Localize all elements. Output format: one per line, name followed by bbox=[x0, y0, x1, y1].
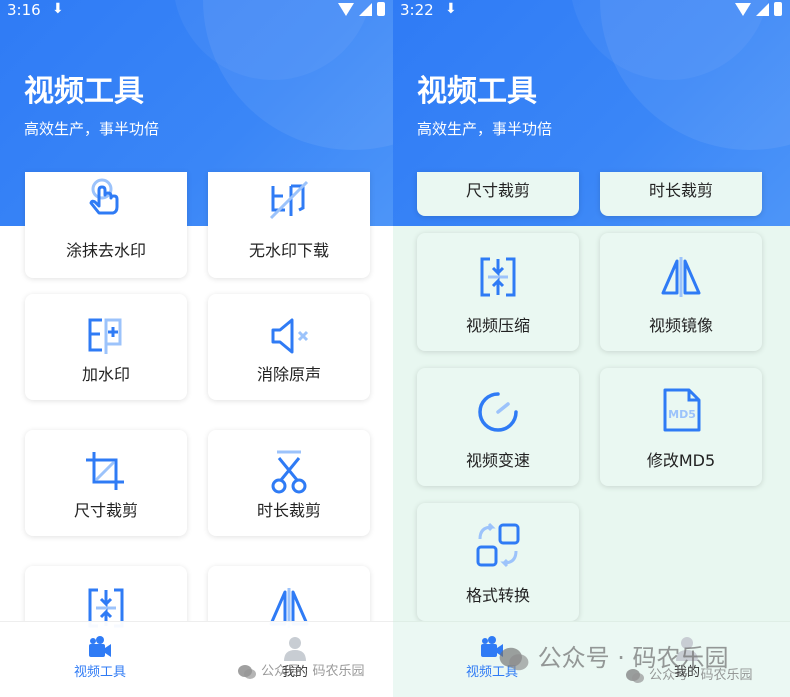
md5-file-icon: MD5 bbox=[657, 386, 705, 434]
tool-label: 加水印 bbox=[81, 365, 130, 384]
tool-label: 消除原声 bbox=[256, 365, 321, 384]
watermark-text: 公众号 · 码农乐园 bbox=[261, 664, 365, 679]
speed-icon bbox=[474, 388, 522, 436]
tool-card-video-mirror[interactable]: 视频镜像 bbox=[600, 233, 762, 351]
tool-card-duration-crop[interactable]: 时长裁剪 bbox=[208, 430, 370, 536]
watermark: 公众号 · 码农乐园 bbox=[237, 660, 365, 680]
tool-card-video-compress[interactable]: 视频压缩 bbox=[417, 233, 579, 351]
tool-label: 涂抹去水印 bbox=[65, 241, 146, 260]
right-screen: 3:22 ⬇ 视频工具 高效生产，事半功倍 尺寸裁剪 时长裁剪 视频压缩 视频镜… bbox=[393, 0, 790, 697]
tool-label: 时长裁剪 bbox=[648, 181, 713, 200]
tool-card-add-watermark[interactable]: 加水印 bbox=[25, 294, 187, 400]
tool-label: 修改MD5 bbox=[646, 451, 716, 470]
tool-card-remove-audio[interactable]: 消除原声 bbox=[208, 294, 370, 400]
tool-card-modify-md5[interactable]: MD5 修改MD5 bbox=[600, 368, 762, 486]
tool-card-size-crop[interactable]: 尺寸裁剪 bbox=[417, 172, 579, 216]
tap-hand-icon bbox=[82, 176, 130, 224]
tool-label: 尺寸裁剪 bbox=[465, 181, 530, 200]
mirror-icon bbox=[657, 253, 705, 301]
tool-label: 视频压缩 bbox=[465, 316, 530, 335]
nav-label: 视频工具 bbox=[73, 665, 126, 680]
video-camera-icon bbox=[86, 634, 114, 662]
tool-label: 尺寸裁剪 bbox=[73, 501, 138, 520]
left-screen: 3:16 ⬇ 视频工具 高效生产，事半功倍 涂抹去水印 无水印下载 加水印 消除… bbox=[0, 0, 393, 697]
crop-icon bbox=[82, 448, 130, 496]
tool-card-duration-crop[interactable]: 时长裁剪 bbox=[600, 172, 762, 216]
tool-card-size-crop[interactable]: 尺寸裁剪 bbox=[25, 430, 187, 536]
compress-icon bbox=[474, 253, 522, 301]
convert-icon bbox=[474, 521, 522, 569]
tool-card-video-speed[interactable]: 视频变速 bbox=[417, 368, 579, 486]
tool-label: 格式转换 bbox=[465, 586, 530, 605]
wechat-icon bbox=[626, 668, 644, 683]
tool-label: 视频镜像 bbox=[648, 316, 713, 335]
tool-card-download-no-watermark[interactable]: 无水印下载 bbox=[208, 172, 370, 278]
md5-icon-text: MD5 bbox=[668, 408, 696, 421]
tool-grid: 涂抹去水印 无水印下载 加水印 消除原声 尺寸裁剪 时长裁剪 bbox=[0, 0, 393, 697]
mute-icon bbox=[265, 312, 313, 360]
wechat-icon bbox=[238, 664, 256, 679]
scissors-icon bbox=[265, 448, 313, 496]
add-watermark-icon bbox=[82, 312, 130, 360]
bottom-nav: 视频工具 我的 公众号 · 码农乐园 bbox=[0, 621, 393, 697]
tool-label: 时长裁剪 bbox=[256, 501, 321, 520]
tool-card-smear-remove-watermark[interactable]: 涂抹去水印 bbox=[25, 172, 187, 278]
bottom-nav: 视频工具 我的 公众号 · 码农乐园 公众号 · 码农乐园 bbox=[393, 621, 790, 697]
watermark-text: 公众号 · 码农乐园 bbox=[649, 668, 753, 683]
wechat-icon bbox=[499, 647, 529, 671]
user-icon bbox=[281, 634, 309, 662]
no-watermark-icon bbox=[265, 176, 313, 224]
watermark: 公众号 · 码农乐园 bbox=[625, 664, 753, 684]
tool-card-format-convert[interactable]: 格式转换 bbox=[417, 503, 579, 621]
tool-grid: 尺寸裁剪 时长裁剪 视频压缩 视频镜像 视频变速 MD5 修改MD5 格式转换 bbox=[393, 0, 790, 697]
nav-tab-video-tools[interactable]: 视频工具 bbox=[40, 634, 160, 682]
tool-label: 无水印下载 bbox=[248, 241, 329, 260]
tool-label: 视频变速 bbox=[465, 451, 530, 470]
